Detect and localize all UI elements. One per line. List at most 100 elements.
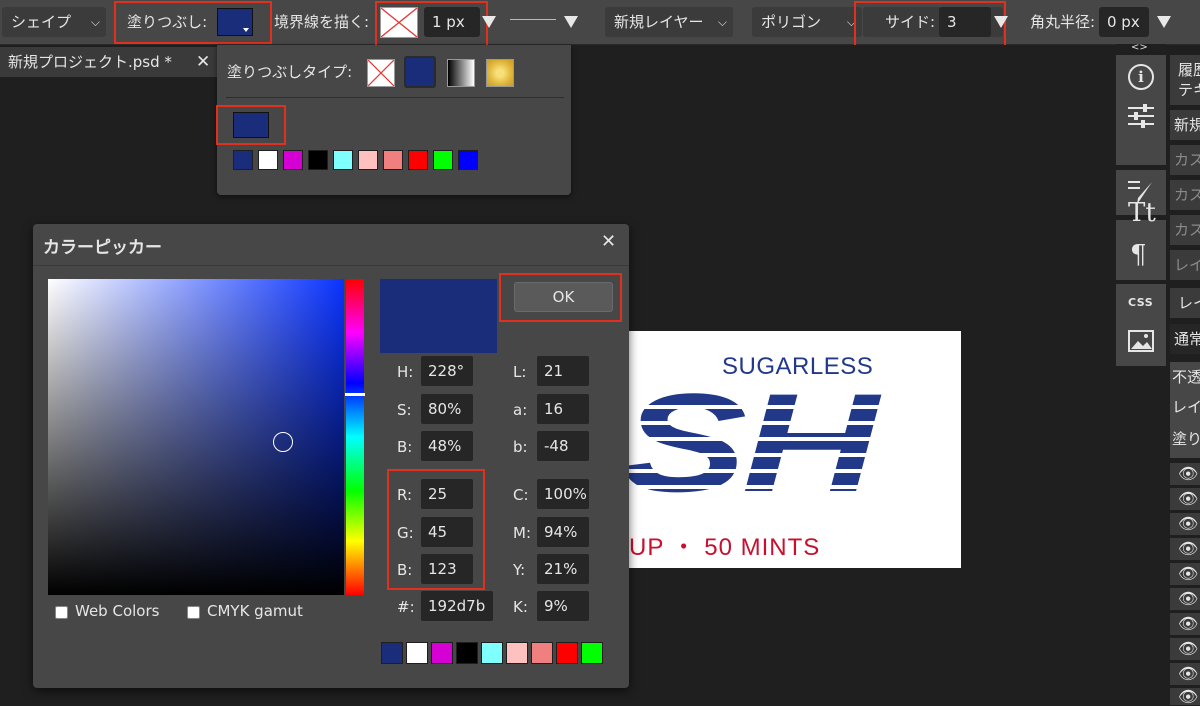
color-cursor[interactable] bbox=[273, 432, 293, 452]
canvas-document[interactable]: SUGARLESS SH UP ・ 50 MINTS bbox=[629, 331, 961, 568]
swatch[interactable] bbox=[233, 150, 253, 170]
stroke-width-input[interactable]: 1 px bbox=[424, 7, 480, 37]
swatch[interactable] bbox=[358, 150, 378, 170]
fill-color-button[interactable] bbox=[217, 8, 253, 36]
history-item[interactable]: 新規 bbox=[1170, 110, 1200, 140]
layer-row[interactable]: 👁 bbox=[1170, 613, 1200, 635]
cyan-input[interactable]: 100% bbox=[537, 479, 589, 509]
eye-icon[interactable]: 👁 bbox=[1178, 614, 1198, 633]
current-fill-swatch[interactable] bbox=[233, 112, 269, 138]
eye-icon[interactable]: 👁 bbox=[1178, 489, 1198, 508]
layer-row[interactable]: 👁 bbox=[1170, 663, 1200, 685]
stroke-color-button[interactable] bbox=[380, 7, 418, 38]
eye-icon[interactable]: 👁 bbox=[1178, 687, 1198, 706]
swatch[interactable] bbox=[258, 150, 278, 170]
black-input[interactable]: 9% bbox=[537, 591, 589, 621]
layer-row[interactable]: 👁 bbox=[1170, 513, 1200, 535]
saturation-input[interactable]: 80% bbox=[421, 394, 473, 424]
swatch[interactable] bbox=[458, 150, 478, 170]
layer-row[interactable]: 👁 bbox=[1170, 488, 1200, 510]
hue-input[interactable]: 228° bbox=[421, 356, 473, 386]
layer-mode-label: 新規レイヤー bbox=[614, 13, 704, 31]
history-item[interactable]: カス bbox=[1170, 180, 1200, 210]
history-item[interactable]: カス bbox=[1170, 215, 1200, 245]
corner-radius-input[interactable]: 0 px bbox=[1099, 7, 1149, 37]
swatch[interactable] bbox=[581, 642, 603, 664]
ok-button[interactable]: OK bbox=[514, 282, 613, 312]
layer-row[interactable]: 👁 bbox=[1170, 463, 1200, 485]
swatch[interactable] bbox=[283, 150, 303, 170]
history-item[interactable]: カス bbox=[1170, 145, 1200, 175]
fill-type-none[interactable] bbox=[367, 59, 395, 87]
lab-b-input[interactable]: -48 bbox=[537, 431, 589, 461]
swatch[interactable] bbox=[431, 642, 453, 664]
layer-row[interactable]: 👁 bbox=[1170, 588, 1200, 610]
layer-row[interactable]: 👁 bbox=[1170, 687, 1200, 706]
magenta-input[interactable]: 94% bbox=[537, 517, 589, 547]
layer-row[interactable]: 👁 bbox=[1170, 563, 1200, 585]
swatch[interactable] bbox=[481, 642, 503, 664]
layer-row[interactable]: 👁 bbox=[1170, 538, 1200, 560]
sides-dropdown-icon[interactable] bbox=[994, 16, 1008, 28]
fill-type-solid[interactable] bbox=[404, 56, 436, 88]
eye-icon[interactable]: 👁 bbox=[1178, 514, 1198, 533]
green-input[interactable]: 45 bbox=[421, 517, 473, 547]
corner-radius-dropdown-icon[interactable] bbox=[1157, 16, 1171, 28]
blend-mode-select[interactable]: 通常 bbox=[1170, 324, 1200, 354]
a-input[interactable]: 16 bbox=[537, 394, 589, 424]
saturation-value-area[interactable] bbox=[48, 279, 344, 595]
blue-input[interactable]: 123 bbox=[421, 554, 473, 584]
hex-input[interactable]: 192d7b bbox=[421, 591, 493, 621]
swatch[interactable] bbox=[456, 642, 478, 664]
close-icon[interactable]: ✕ bbox=[601, 231, 616, 252]
document-tab[interactable]: 新規プロジェクト.psd * ✕ bbox=[0, 47, 218, 77]
adjustments-icon[interactable] bbox=[1128, 104, 1154, 128]
info-icon[interactable]: i bbox=[1128, 64, 1154, 90]
shape-tool-dropdown[interactable]: シェイプ ⌵ bbox=[2, 7, 106, 37]
layer-mode-dropdown[interactable]: 新規レイヤー ⌵ bbox=[605, 7, 733, 37]
hue-slider-handle[interactable] bbox=[345, 393, 365, 396]
fill-type-pattern[interactable] bbox=[486, 59, 514, 87]
shape-type-dropdown[interactable]: ポリゴン ⌵ bbox=[752, 7, 862, 37]
cmyk-gamut-checkbox[interactable] bbox=[187, 606, 200, 619]
l-input[interactable]: 21 bbox=[537, 356, 589, 386]
swatch[interactable] bbox=[406, 642, 428, 664]
close-icon[interactable]: ✕ bbox=[196, 47, 210, 77]
character-icon[interactable]: Tt bbox=[1128, 198, 1156, 228]
eye-icon[interactable]: 👁 bbox=[1178, 664, 1198, 683]
swatch[interactable] bbox=[408, 150, 428, 170]
layer-row[interactable]: 👁 bbox=[1170, 638, 1200, 660]
hue-slider[interactable] bbox=[346, 279, 364, 595]
swatch[interactable] bbox=[556, 642, 578, 664]
eye-icon[interactable]: 👁 bbox=[1178, 639, 1198, 658]
yellow-input[interactable]: 21% bbox=[537, 554, 589, 584]
panel-toggle[interactable]: <> bbox=[1131, 42, 1148, 53]
swatch[interactable] bbox=[308, 150, 328, 170]
sides-input[interactable]: 3 bbox=[939, 7, 991, 37]
fill-type-gradient[interactable] bbox=[447, 59, 475, 87]
eye-icon[interactable]: 👁 bbox=[1178, 464, 1198, 483]
history-item[interactable]: レイ bbox=[1170, 250, 1200, 280]
layers-panel-tab[interactable]: レイ bbox=[1170, 288, 1200, 318]
history-panel-tab[interactable]: 履歴 テキ bbox=[1170, 55, 1200, 105]
red-input[interactable]: 25 bbox=[421, 479, 473, 509]
swatch[interactable] bbox=[433, 150, 453, 170]
paragraph-icon[interactable]: ¶ bbox=[1130, 240, 1147, 270]
swatch[interactable] bbox=[333, 150, 353, 170]
stroke-width-dropdown-icon[interactable] bbox=[482, 16, 496, 28]
stroke-style-dropdown-icon[interactable] bbox=[564, 16, 578, 28]
eye-icon[interactable]: 👁 bbox=[1178, 564, 1198, 583]
hue-label: H: bbox=[397, 363, 414, 381]
sides-label: サイド: bbox=[885, 13, 936, 31]
swatch[interactable] bbox=[506, 642, 528, 664]
web-colors-checkbox[interactable] bbox=[55, 606, 68, 619]
fill-swatch-row bbox=[233, 150, 483, 172]
swatch[interactable] bbox=[381, 642, 403, 664]
css-icon[interactable]: CSS bbox=[1128, 296, 1153, 309]
swatch[interactable] bbox=[531, 642, 553, 664]
eye-icon[interactable]: 👁 bbox=[1178, 539, 1198, 558]
swatch[interactable] bbox=[383, 150, 403, 170]
brightness-input[interactable]: 48% bbox=[421, 431, 473, 461]
image-icon[interactable] bbox=[1128, 330, 1154, 352]
eye-icon[interactable]: 👁 bbox=[1178, 589, 1198, 608]
